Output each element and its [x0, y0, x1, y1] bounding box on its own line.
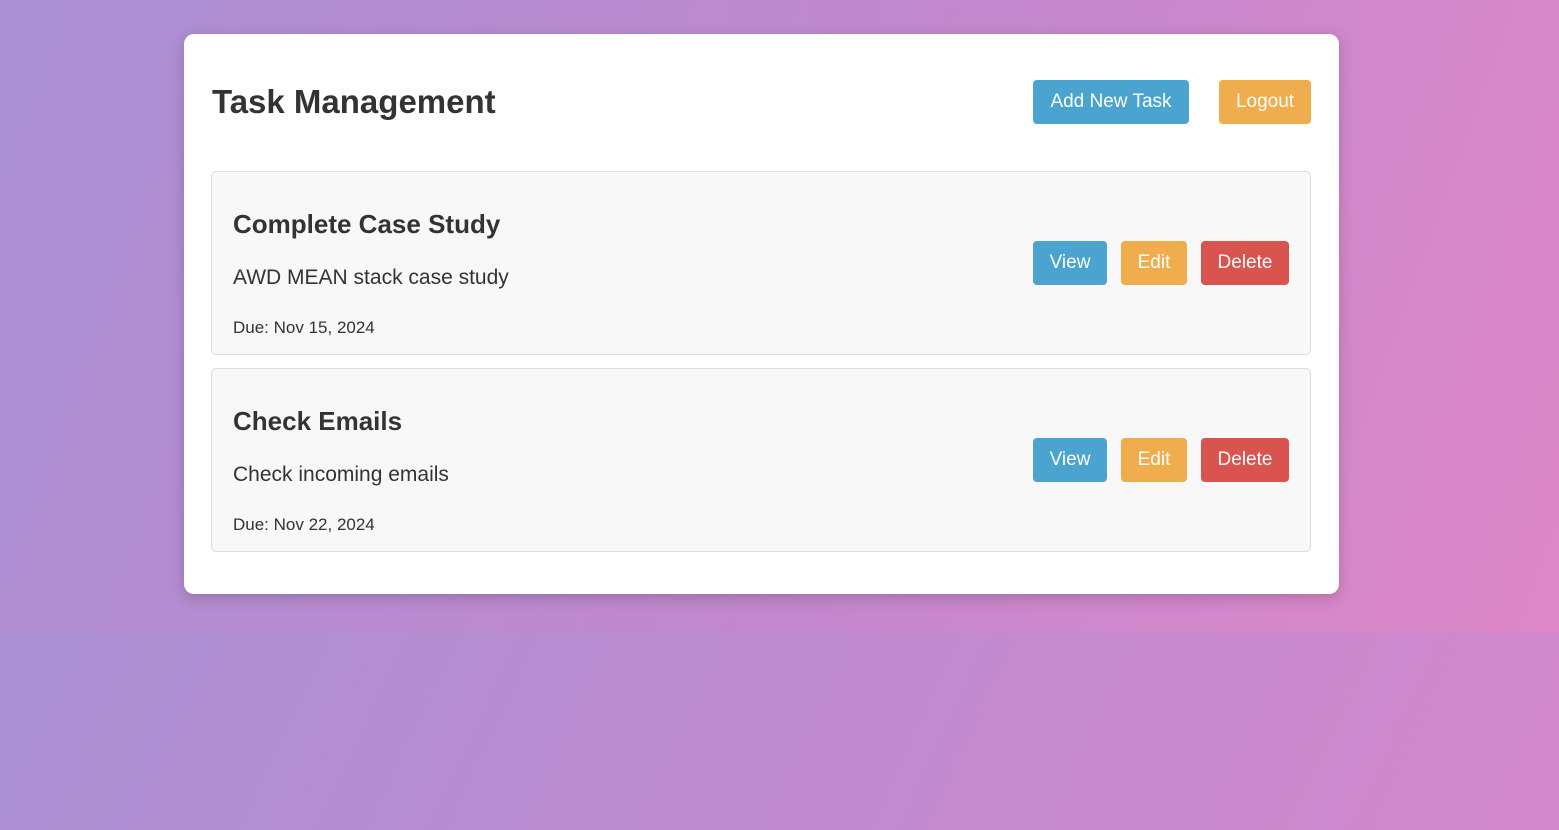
task-description: AWD MEAN stack case study [233, 266, 509, 289]
delete-task-button[interactable]: Delete [1201, 241, 1289, 285]
task-due-date: Due: Nov 22, 2024 [233, 515, 375, 534]
view-task-button[interactable]: View [1033, 438, 1107, 482]
task-description: Check incoming emails [233, 463, 449, 486]
background-lower [0, 632, 1559, 830]
delete-task-button[interactable]: Delete [1201, 438, 1289, 482]
task-title: Check Emails [233, 406, 403, 436]
logout-button[interactable]: Logout [1219, 80, 1311, 124]
edit-task-button[interactable]: Edit [1121, 438, 1187, 482]
header: Task Management Add New Task Logout [212, 80, 1311, 124]
task-due-date: Due: Nov 15, 2024 [233, 318, 375, 337]
task-item: Complete Case Study AWD MEAN stack case … [211, 171, 1311, 355]
task-management-card: Task Management Add New Task Logout Comp… [184, 34, 1339, 594]
task-item: Check Emails Check incoming emails Due: … [211, 368, 1311, 552]
add-new-task-button[interactable]: Add New Task [1033, 80, 1189, 124]
view-task-button[interactable]: View [1033, 241, 1107, 285]
page-title: Task Management [212, 83, 496, 120]
edit-task-button[interactable]: Edit [1121, 241, 1187, 285]
task-title: Complete Case Study [233, 209, 501, 239]
page: { "header": { "title": "Task Management"… [0, 0, 1559, 830]
